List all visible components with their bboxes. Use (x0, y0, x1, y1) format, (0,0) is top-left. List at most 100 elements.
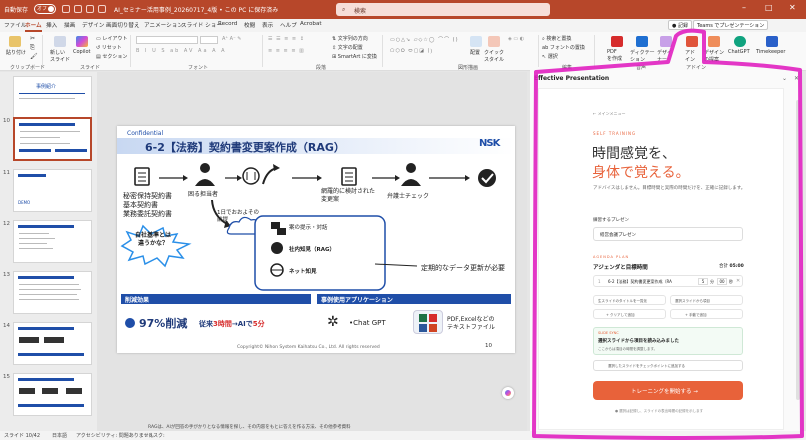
find-replace-button[interactable]: ⌕ 検索と置換 (542, 35, 571, 42)
pdf-create-icon[interactable] (611, 36, 623, 47)
shapes-gallery-row2[interactable]: ⬠⬡⭘ ⬭▢◪ ⟮⟯ (390, 48, 433, 54)
remove-agenda-icon[interactable]: ✕ (736, 278, 740, 284)
tab-help[interactable]: ヘルプ (280, 21, 297, 29)
tab-home[interactable]: ホーム (25, 21, 42, 32)
select-button[interactable]: ↖ 選択 (542, 53, 558, 60)
agenda-seconds-input[interactable]: 00 (717, 278, 727, 285)
language[interactable]: 日本語 (52, 432, 67, 439)
slide-thumbnails[interactable]: 事例紹介 10 11 DEMO 12 13 14 15 (0, 72, 97, 431)
thumbnail-14[interactable] (13, 322, 92, 365)
tab-transitions[interactable]: 画面切り替え (106, 21, 140, 29)
smartart-button[interactable]: ⊞ SmartArt に変換 (332, 53, 377, 60)
reset-button[interactable]: ↺ リセット (96, 44, 122, 51)
tab-animations[interactable]: アニメーション (144, 21, 183, 29)
search-icon: ⌕ (342, 6, 346, 13)
thumbnail-13[interactable] (13, 271, 92, 314)
copy-icon[interactable]: ⎘ (30, 44, 35, 52)
clear-and-add-button[interactable]: + クリアして追加 (593, 309, 666, 319)
format-painter-icon[interactable]: 🖌 (30, 53, 38, 60)
shape-fill-icons[interactable]: ◈ ▭ ◐ (508, 36, 524, 42)
training-card: ← メインメニュー SELF TRAINING 時間感覚を、 身体で覚える。 ア… (538, 88, 784, 430)
back-link[interactable]: ← メインメニュー (593, 111, 626, 117)
thumbnail-9[interactable]: 事例紹介 (13, 76, 92, 119)
font-size-field[interactable] (200, 36, 218, 44)
tab-record[interactable]: Record (218, 21, 237, 27)
maximize-icon[interactable]: □ (765, 3, 773, 12)
agenda-minutes-input[interactable]: 5 (698, 278, 708, 285)
agenda-row[interactable]: 1 6-2【法務】契約書変更案作成（RA 5 分 00 秒 ✕ (593, 275, 743, 287)
undo-icon[interactable] (74, 5, 82, 13)
close-icon[interactable]: ✕ (789, 3, 796, 12)
chatgpt-icon[interactable] (734, 36, 746, 47)
design-idea-icon[interactable] (708, 36, 720, 47)
slide[interactable]: Confidential 6-2【法務】契約書変更案作成（RAG） NSK 秘密… (117, 126, 515, 353)
pane-collapse-icon[interactable]: ⌄ (782, 75, 787, 82)
new-slide-icon[interactable] (54, 36, 66, 47)
thumbnail-10-selected[interactable] (13, 117, 92, 161)
doc-item: 秘密保持契約書 (123, 192, 172, 200)
timekeeper-icon[interactable] (766, 36, 778, 47)
align-icons[interactable]: ≡ ≡ ≡ ≡ ▥ (268, 48, 305, 54)
paste-icon[interactable] (9, 36, 21, 47)
load-selected-slides-button[interactable]: 選択スライドから項目 (670, 295, 743, 305)
minimize-icon[interactable]: – (742, 3, 746, 12)
pdf-create-label: PDF を作成 (607, 49, 623, 62)
new-slide-label: 新しい スライド (50, 50, 71, 63)
copilot-icon[interactable] (76, 36, 88, 47)
thumbnail-11[interactable]: DEMO (13, 169, 92, 212)
teams-present-button[interactable]: Teams でプレゼンテーション (693, 20, 769, 30)
pane-close-icon[interactable]: ✕ (794, 75, 799, 82)
search-box[interactable]: ⌕ 検索 (336, 3, 550, 16)
font-name-field[interactable] (136, 36, 198, 44)
tab-acrobat[interactable]: Acrobat (300, 21, 322, 27)
designer-icon[interactable] (660, 36, 672, 47)
microphone-icon[interactable] (636, 36, 648, 47)
addin-icon[interactable] (686, 36, 698, 47)
copilot-float-button[interactable] (502, 387, 514, 399)
ribbon-tabs: ファイル ホーム 挿入 描画 デザイン 画面切り替え アニメーション スライド … (0, 19, 806, 32)
doc-item: 業務委託契約書 (123, 210, 172, 218)
start-training-button[interactable]: トレーニングを開始する → (593, 381, 743, 400)
tab-insert[interactable]: 挿入 (46, 21, 57, 29)
record-button[interactable]: ● 記録 (668, 20, 692, 30)
redo-icon[interactable] (86, 5, 94, 13)
agenda-kicker: AGENDA PLAN (593, 255, 630, 259)
group-slide: スライド (80, 65, 101, 71)
tab-review[interactable]: 校閲 (244, 21, 255, 29)
list-slide-titles-button[interactable]: 生スライドのタイトルを一覧化 (593, 295, 666, 305)
pane-footer-note: ● 選択は記録し、スライドの表出時間の記録を示します (615, 409, 704, 413)
paragraph-icons[interactable]: ☰ ☰ ≡ ≡ ↕ (268, 36, 305, 42)
thumbnail-15[interactable] (13, 373, 92, 416)
section-button[interactable]: ▤ セクション (96, 53, 127, 60)
add-checkpoint-button[interactable]: 選択したスライドをチェックポイントに追加する (593, 360, 743, 371)
cut-icon[interactable]: ✂ (30, 35, 35, 42)
tab-view[interactable]: 表示 (262, 21, 273, 29)
text-align-button[interactable]: ⇳ 文字の配置 (332, 44, 363, 51)
presentation-select[interactable]: 経営会議プレゼン (593, 227, 743, 241)
accessibility-status[interactable]: アクセシビリティ: 問題ありません (76, 432, 154, 439)
manual-add-button[interactable]: + 手動で追加 (670, 309, 743, 319)
slide-title: 6-2【法務】契約書変更案作成（RAG） (145, 141, 345, 154)
tab-design[interactable]: デザイン (82, 21, 104, 29)
title-bar: 自動保存 オフ AI_セミナー活用事例_20260717_4版 • この PC … (0, 0, 806, 19)
company-logo: NSK (479, 138, 500, 149)
thumbnail-12[interactable] (13, 220, 92, 263)
shapes-gallery[interactable]: ▭○△↘ ▱◇☆◯ ⌒⌒ () (390, 36, 459, 43)
notes-text[interactable]: RAGは、AIが回答の手がかりとなる情報を探し、その内容をもとに答えを作る方法、… (148, 424, 351, 430)
headline-line2: 身体で覚える。 (592, 165, 690, 181)
font-grow-icon[interactable]: A⁺ A⁻ ✎ (222, 36, 242, 42)
tab-draw[interactable]: 描画 (64, 21, 75, 29)
arrange-icon[interactable] (470, 36, 482, 47)
text-direction-button[interactable]: ⇅ 文字列の方向 (332, 35, 368, 42)
agenda-item-title[interactable]: 6-2【法務】契約書変更案作成（RA (608, 279, 672, 285)
save-icon[interactable] (62, 5, 70, 13)
font-format-icons[interactable]: B I U S ab AV Aa A A (136, 48, 227, 54)
autosave-toggle[interactable]: オフ (34, 4, 56, 14)
tab-file[interactable]: ファイル (4, 21, 26, 29)
font-replace-button[interactable]: ab フォントの置換 (542, 44, 585, 51)
quick-style-icon[interactable] (488, 36, 500, 47)
pane-scrollbar[interactable] (796, 100, 800, 400)
tab-slideshow[interactable]: スライド ショー (181, 21, 222, 29)
layout-button[interactable]: ▭ レイアウト (96, 35, 127, 42)
customize-icon[interactable] (98, 5, 106, 13)
